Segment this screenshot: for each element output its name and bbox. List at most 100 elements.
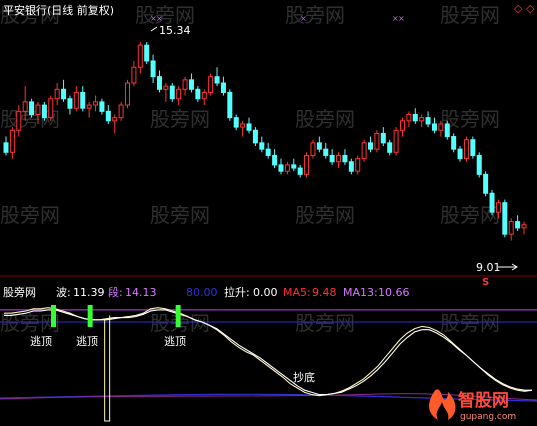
low-price-label: 9.01	[476, 261, 501, 274]
value-duan-label: 段:	[108, 285, 123, 299]
candle-up	[86, 104, 92, 109]
chart-canvas: 股旁网 股旁网 股旁网 股旁网 股旁网 股旁网 股旁网 股旁网 股旁网 股旁网 …	[0, 2, 537, 422]
value-bo-label: 波:	[56, 286, 71, 299]
chart-title: 平安银行(日线 前复权)	[3, 3, 114, 17]
candle-down	[316, 142, 322, 150]
candle-up	[54, 88, 60, 100]
escape-signal-bar	[51, 305, 56, 327]
candle-down	[214, 76, 220, 84]
candle-down	[451, 136, 457, 150]
candle-down	[61, 88, 67, 100]
candle-down	[291, 164, 297, 169]
candle-down	[99, 101, 105, 112]
candle-down	[329, 154, 335, 163]
candle-up	[336, 154, 342, 163]
candle-up	[131, 66, 137, 84]
low-price-marker: 9.01	[476, 261, 518, 274]
escape-signal-bar	[87, 305, 93, 327]
candle-down	[233, 117, 239, 128]
candle-down	[220, 82, 226, 93]
value-ma5: 9.48	[312, 286, 337, 299]
low-marker-s: S	[482, 277, 489, 288]
candle-up	[521, 224, 527, 229]
candle-down	[272, 154, 278, 166]
candle-down	[29, 101, 35, 116]
indicator-name: 股旁网	[3, 285, 36, 299]
candle-up	[125, 82, 131, 106]
value-bo: 11.39	[73, 286, 105, 299]
candle-down	[323, 148, 329, 156]
indicator-values: 波: 11.39 段: 14.13 80.00 拉升: 0.00 MA5: 9.…	[56, 285, 410, 299]
restore-icon[interactable]: ◇	[514, 2, 523, 15]
candle-down	[431, 123, 437, 131]
candle-down	[489, 192, 495, 213]
candle-up	[406, 114, 412, 122]
value-duan: 14.13	[125, 286, 157, 299]
candle-down	[470, 139, 476, 156]
candle-up	[463, 139, 469, 160]
cross-marker-icon: ×	[156, 14, 163, 23]
close-icon[interactable]: ◇	[526, 2, 535, 15]
candle-up	[48, 98, 54, 119]
candle-down	[227, 91, 233, 119]
watermark: 股旁网	[295, 311, 355, 335]
candle-down	[105, 110, 111, 122]
watermark: 股旁网	[295, 203, 355, 227]
candle-up	[419, 117, 425, 122]
candle-down	[483, 173, 489, 194]
candle-down	[368, 142, 374, 150]
candle-down	[169, 85, 175, 100]
candle-down	[3, 142, 9, 153]
candle-down	[150, 60, 156, 78]
candle-up	[310, 142, 316, 156]
candle-up	[16, 110, 22, 131]
candle-up	[240, 123, 246, 128]
window-control-buttons[interactable]: ◇ ◇	[514, 2, 535, 15]
candle-up	[182, 79, 188, 90]
logo-subtext: gupang.com	[460, 412, 516, 422]
candle-down	[476, 154, 482, 175]
candle-down	[502, 202, 508, 235]
candle-up	[495, 202, 501, 213]
escape-signal-bar	[175, 305, 181, 327]
value-lasheng-label: 拉升:	[224, 285, 250, 299]
watermark: 股旁网	[295, 107, 355, 131]
candle-down	[278, 164, 284, 172]
candle-up	[9, 129, 15, 153]
candle-up	[163, 85, 169, 90]
watermark: 股旁网	[285, 3, 345, 27]
candle-up	[137, 44, 143, 68]
indicator-pane	[0, 305, 537, 422]
drop-spike	[104, 315, 111, 422]
candle-up	[35, 104, 41, 116]
watermark: 股旁网	[150, 203, 210, 227]
value-ma13-label: MA13:	[343, 286, 378, 299]
flame-icon	[429, 389, 456, 420]
candle-up	[438, 123, 444, 131]
logo-text: 智股网	[458, 390, 509, 411]
escape-top-label: 逃顶	[76, 335, 98, 348]
candle-down	[246, 123, 252, 131]
candle-down	[342, 154, 348, 163]
candle-up	[361, 142, 367, 160]
candle-up	[393, 129, 399, 153]
cross-marker-icon: ×	[300, 14, 307, 23]
candle-up	[201, 91, 207, 100]
candle-up	[112, 117, 118, 122]
candle-down	[144, 44, 150, 62]
candle-down	[515, 221, 521, 229]
high-price-label: 15.34	[159, 24, 191, 37]
watermark: 股旁网	[150, 107, 210, 131]
candle-down	[412, 114, 418, 122]
candle-down	[259, 142, 265, 150]
candle-up	[176, 88, 182, 100]
candle-up	[284, 164, 290, 172]
candle-up	[22, 101, 28, 112]
bottom-fish-label: 抄底	[293, 370, 315, 384]
candle-down	[457, 148, 463, 160]
value-ma5-label: MA5:	[283, 286, 311, 299]
candle-up	[93, 101, 99, 106]
watermark: 股旁网	[440, 311, 500, 335]
candle-down	[444, 123, 450, 138]
watermark: 股旁网	[440, 3, 500, 27]
